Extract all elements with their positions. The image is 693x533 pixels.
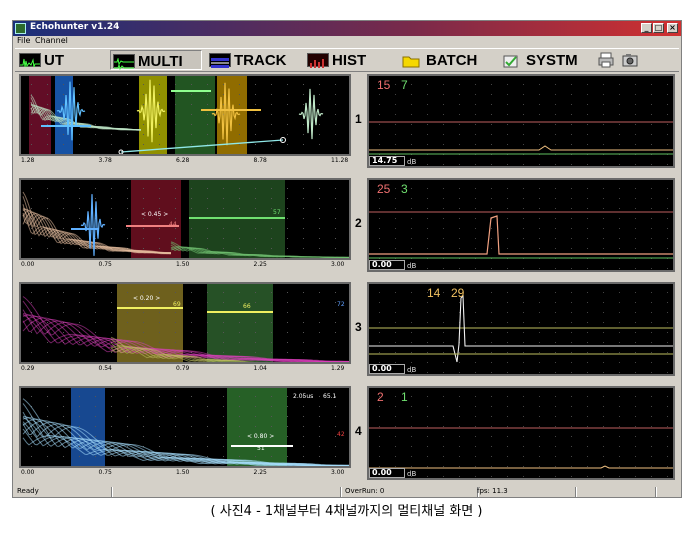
minimize-button[interactable]: _ — [641, 23, 652, 33]
histogram-icon — [307, 53, 329, 68]
trend-value: 7 — [401, 78, 408, 92]
menu-channel[interactable]: Channel — [35, 36, 68, 45]
systm-button-label: SYSTM — [526, 52, 578, 69]
axis-tick: 1.04 — [253, 365, 267, 372]
trend-scope-2[interactable]: 25 3 0.00 dB — [367, 178, 675, 272]
axis-tick: 0.29 — [21, 365, 35, 372]
ascan-scope-3[interactable]: < 0.20 > 69 66 72 — [19, 282, 351, 364]
window-title: Echohunter v1.24 — [30, 22, 120, 32]
status-fps: fps: 11.3 — [477, 487, 508, 495]
menu-bar: File Channel — [13, 36, 681, 48]
channel-number-1: 1 — [355, 112, 362, 126]
gain-readout[interactable]: 0.00 — [369, 468, 405, 478]
axis-tick: 3.00 — [331, 261, 345, 268]
gate-width-label-3: < 0.20 > — [133, 295, 160, 302]
axis-tick: 2.25 — [253, 469, 267, 476]
readout-time-4: 2.05us — [293, 393, 313, 400]
folder-icon — [401, 53, 423, 68]
multi-waveform-icon — [113, 54, 135, 71]
multi-button-label: MULTI — [138, 53, 183, 70]
channel-number-3: 3 — [355, 320, 362, 334]
gain-unit: dB — [407, 262, 417, 270]
axis-tick: 1.50 — [176, 261, 190, 268]
axis-tick: 11.28 — [331, 157, 349, 164]
app-window: Echohunter v1.24 _ □ × File Channel UT M… — [12, 20, 682, 498]
gate-side-value-3: 72 — [337, 301, 345, 308]
axis-tick: 0.75 — [98, 261, 112, 268]
trend-value: 2 — [377, 390, 384, 404]
gain-unit: dB — [407, 470, 417, 478]
multi-button[interactable]: MULTI — [110, 50, 202, 71]
trend-scope-1[interactable]: 15 7 14.75 dB — [367, 74, 675, 168]
trend-value: 29 — [451, 286, 465, 300]
axis-tick: 8.78 — [253, 157, 267, 164]
status-overrun: OverRun: 0 — [345, 487, 385, 495]
readout-value-4: 65.1 — [323, 393, 337, 400]
axis-tick: 0.75 — [98, 469, 112, 476]
hist-button-label: HIST — [332, 52, 367, 69]
menu-file[interactable]: File — [17, 36, 30, 45]
systm-button[interactable]: SYSTM — [499, 50, 591, 70]
gate-amp-a-4: 51 — [257, 445, 265, 452]
ut-button-label: UT — [44, 52, 64, 69]
trend-scope-4[interactable]: 2 1 0.00 dB — [367, 386, 675, 480]
ascan-scope-1[interactable] — [19, 74, 351, 156]
axis-tick: 1.29 — [331, 365, 345, 372]
figure-caption: ( 사진4 - 1채널부터 4채널까지의 멀티채널 화면 ) — [210, 504, 483, 519]
gain-readout[interactable]: 0.00 — [369, 260, 405, 270]
trend-value: 1 — [401, 390, 408, 404]
batch-button-label: BATCH — [426, 52, 478, 69]
track-grid-icon — [209, 53, 231, 68]
axis-tick: 0.00 — [21, 469, 35, 476]
gain-readout[interactable]: 14.75 — [369, 156, 405, 166]
gain-unit: dB — [407, 366, 417, 374]
title-bar[interactable]: Echohunter v1.24 _ □ × — [13, 21, 681, 36]
trend-scope-3[interactable]: 14 29 0.00 dB — [367, 282, 675, 376]
app-icon — [15, 23, 26, 34]
gate-amp-a-3: 69 — [173, 301, 181, 308]
axis-tick: 0.79 — [176, 365, 190, 372]
gate-amp-a-2: 44 — [169, 221, 177, 228]
printer-icon[interactable] — [597, 51, 615, 69]
channel-number-2: 2 — [355, 216, 362, 230]
status-bar: Ready OverRun: 0 fps: 11.3 — [15, 487, 679, 497]
batch-button[interactable]: BATCH — [399, 50, 493, 70]
gate-width-label-2: < 0.45 > — [141, 211, 168, 218]
camera-icon[interactable] — [621, 51, 639, 69]
maximize-button[interactable]: □ — [653, 23, 664, 33]
trend-value: 14 — [427, 286, 441, 300]
gain-readout[interactable]: 0.00 — [369, 364, 405, 374]
track-button[interactable]: TRACK — [207, 50, 299, 70]
ascan-scope-4[interactable]: < 0.80 > 51 2.05us 65.1 42 — [19, 386, 351, 468]
gain-unit: dB — [407, 158, 417, 166]
axis-tick: 0.00 — [21, 261, 35, 268]
trend-value: 25 — [377, 182, 391, 196]
main-toolbar: UT MULTI TRACK HIST BATCH SYSTM — [15, 48, 679, 72]
ut-button[interactable]: UT — [17, 50, 103, 70]
ut-waveform-icon — [19, 53, 41, 68]
close-button[interactable]: × — [667, 23, 678, 33]
hist-button[interactable]: HIST — [305, 50, 393, 70]
axis-tick: 0.54 — [98, 365, 112, 372]
trend-value: 15 — [377, 78, 391, 92]
axis-tick: 3.00 — [331, 469, 345, 476]
track-button-label: TRACK — [234, 52, 287, 69]
channel-number-4: 4 — [355, 424, 362, 438]
axis-tick: 2.25 — [253, 261, 267, 268]
gate-amp-b-3: 66 — [243, 303, 251, 310]
status-ready: Ready — [17, 487, 39, 495]
axis-tick: 1.28 — [21, 157, 35, 164]
ascan-scope-2[interactable]: < 0.45 >44 57 — [19, 178, 351, 260]
system-settings-icon — [501, 53, 523, 68]
gate-side-value-4: 42 — [337, 431, 345, 438]
axis-tick: 1.50 — [176, 469, 190, 476]
axis-tick: 3.78 — [98, 157, 112, 164]
gate-width-label-4: < 0.80 > — [247, 433, 274, 440]
axis-tick: 6.28 — [176, 157, 190, 164]
gate-amp-b-2: 57 — [273, 209, 281, 216]
trend-value: 3 — [401, 182, 408, 196]
